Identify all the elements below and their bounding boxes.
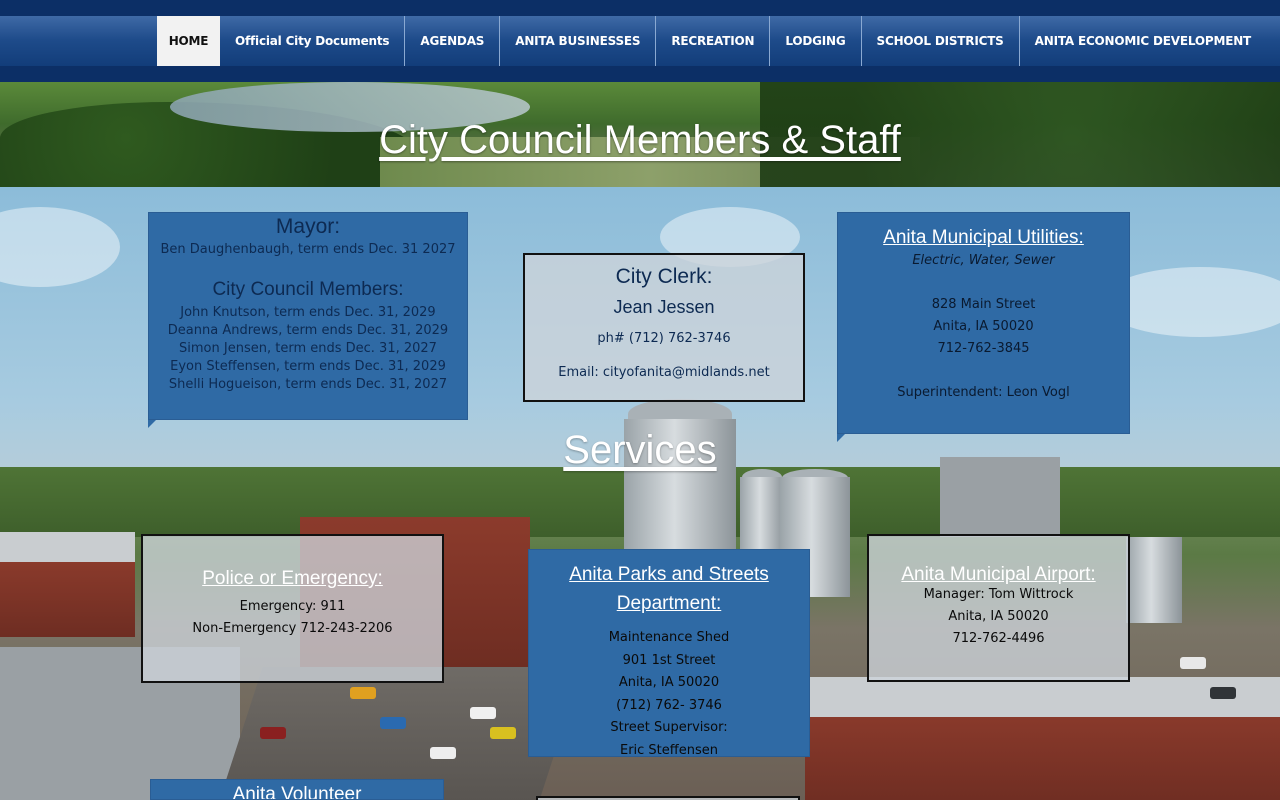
nav-recreation[interactable]: RECREATION: [656, 16, 771, 66]
utilities-subtitle: Electric, Water, Sewer: [912, 253, 1055, 268]
parks-detail-line: Street Supervisor:: [610, 720, 728, 735]
utilities-address-line2: Anita, IA 50020: [933, 319, 1034, 334]
council-member: Simon Jensen, term ends Dec. 31, 2027: [179, 341, 437, 356]
airport-heading-link[interactable]: Anita Municipal Airport:: [869, 564, 1128, 586]
utilities-superintendent: Superintendent: Leon Vogl: [897, 385, 1070, 400]
car: [430, 747, 456, 759]
top-navigation-bar: HOME Official City Documents AGENDAS ANI…: [0, 0, 1280, 82]
nav-official-city-documents[interactable]: Official City Documents: [220, 16, 406, 66]
council-heading: City Council Members:: [212, 279, 404, 300]
car: [470, 707, 496, 719]
parks-detail-line: Eric Steffensen: [619, 742, 718, 758]
police-heading-link[interactable]: Police or Emergency:: [143, 568, 442, 590]
building-roof: [805, 677, 1280, 717]
nav-anita-businesses[interactable]: ANITA BUSINESSES: [500, 16, 657, 66]
nav-school-districts[interactable]: SCHOOL DISTRICTS: [862, 16, 1020, 66]
airport-phone: 712-762-4496: [952, 631, 1045, 646]
car: [380, 717, 406, 729]
utilities-heading-link[interactable]: Anita Municipal Utilities:: [838, 227, 1129, 249]
city-clerk-card: City Clerk: Jean Jessen ph# (712) 762-37…: [523, 253, 805, 402]
parks-detail-line: Maintenance Shed: [608, 630, 730, 645]
building-roof: [0, 532, 135, 562]
card-corner-decoration: [148, 420, 156, 428]
nav-anita-economic-development[interactable]: ANITA ECONOMIC DEVELOPMENT: [1020, 16, 1266, 66]
car: [350, 687, 376, 699]
nav-menu: HOME Official City Documents AGENDAS ANI…: [157, 16, 1266, 66]
nav-home[interactable]: HOME: [157, 16, 220, 66]
parks-detail-line: Anita, IA 50020: [618, 675, 720, 690]
police-non-emergency-number: Non-Emergency 712-243-2206: [192, 621, 393, 636]
nav-agendas[interactable]: AGENDAS: [405, 16, 501, 66]
parks-detail-line: (712) 762- 3746: [616, 697, 722, 713]
car: [1210, 687, 1236, 699]
car: [1180, 657, 1206, 669]
municipal-utilities-card: Anita Municipal Utilities: Electric, Wat…: [837, 212, 1130, 434]
volunteer-card: Anita Volunteer: [150, 779, 444, 800]
services-heading: Services: [563, 428, 717, 472]
mayor-heading: Mayor:: [275, 215, 341, 238]
brick-building: [0, 557, 135, 637]
parks-heading-link[interactable]: Anita Parks and Streets Department:: [529, 560, 809, 618]
council-member: Deanna Andrews, term ends Dec. 31, 2029: [167, 323, 449, 338]
parks-heading-line2[interactable]: Department:: [529, 589, 809, 618]
parks-streets-card: Anita Parks and Streets Department: Main…: [528, 549, 810, 758]
hero-banner: City Council Members & Staff: [0, 82, 1280, 187]
airport-manager: Manager: Tom Wittrock: [923, 587, 1074, 602]
utilities-phone: 712-762-3845: [937, 341, 1030, 356]
parks-heading-line1[interactable]: Anita Parks and Streets: [529, 560, 809, 589]
brick-building-roof: [805, 707, 1280, 800]
page-title: City Council Members & Staff: [379, 118, 901, 162]
council-member: Shelli Hogueison, term ends Dec. 31, 202…: [168, 377, 448, 392]
car: [490, 727, 516, 739]
clerk-phone: ph# (712) 762-3746: [597, 331, 731, 346]
mayor-council-card: Mayor: Ben Daughenbaugh, term ends Dec. …: [148, 212, 468, 420]
clerk-email[interactable]: Email: cityofanita@midlands.net: [525, 364, 803, 382]
clerk-heading: City Clerk:: [615, 265, 713, 288]
parks-detail-line: 901 1st Street: [622, 652, 716, 668]
next-card-top-edge: [536, 796, 800, 800]
clerk-name: Jean Jessen: [613, 297, 715, 317]
council-member: John Knutson, term ends Dec. 31, 2029: [180, 305, 436, 320]
nav-lodging[interactable]: LODGING: [770, 16, 862, 66]
mayor-name: Ben Daughenbaugh, term ends Dec. 31 2027: [160, 242, 456, 257]
police-emergency-card: Police or Emergency: Emergency: 911 Non-…: [141, 534, 444, 683]
council-member: Eyon Steffensen, term ends Dec. 31, 2029: [170, 359, 446, 374]
car: [260, 727, 286, 739]
parks-details: Maintenance Shed 901 1st Street Anita, I…: [529, 627, 809, 762]
volunteer-heading[interactable]: Anita Volunteer: [151, 784, 443, 799]
grain-silo: [1126, 537, 1182, 623]
municipal-airport-card: Anita Municipal Airport: Manager: Tom Wi…: [867, 534, 1130, 682]
airport-address: Anita, IA 50020: [948, 609, 1049, 624]
police-emergency-number: Emergency: 911: [239, 599, 346, 614]
cloud: [0, 207, 120, 287]
utilities-address-line1: 828 Main Street: [931, 297, 1036, 312]
